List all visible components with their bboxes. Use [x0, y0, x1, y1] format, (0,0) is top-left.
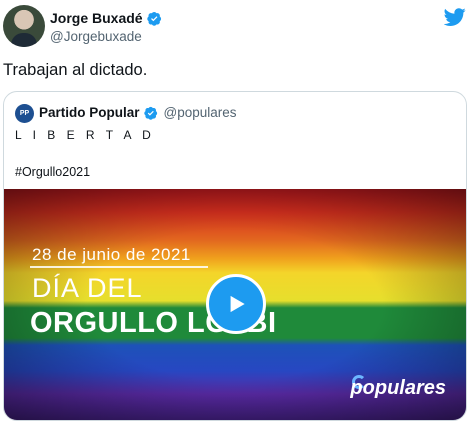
quoted-text-line1: L I B E R T A D: [15, 128, 155, 142]
quoted-hashtag[interactable]: #Orgullo2021: [15, 165, 90, 179]
media-date: 28 de junio de 2021: [32, 245, 191, 264]
verified-badge-icon: [143, 106, 157, 120]
date-underline: [30, 266, 208, 268]
video-media[interactable]: 28 de junio de 2021 DÍA DEL ORGULLO LGTB…: [4, 189, 466, 420]
quoted-tweet[interactable]: PP Partido Popular @populares L I B E R …: [3, 91, 467, 421]
twitter-bird-icon[interactable]: [444, 6, 466, 28]
quoted-name[interactable]: Partido Popular: [39, 105, 140, 120]
quoted-handle[interactable]: @populares: [164, 105, 237, 120]
media-title-line1: DÍA DEL: [32, 273, 143, 303]
play-button[interactable]: [206, 274, 266, 334]
author-name-row[interactable]: Jorge Buxadé: [50, 10, 162, 26]
quoted-name-row: Partido Popular @populares: [39, 105, 237, 120]
avatar-shirt: [11, 33, 37, 47]
verified-badge-icon: [146, 11, 161, 26]
tweet-text: Trabajan al dictado.: [3, 61, 148, 79]
author-handle[interactable]: @Jorgebuxade: [50, 29, 142, 44]
media-brand: populares: [350, 377, 446, 399]
play-icon: [230, 295, 245, 313]
author-name[interactable]: Jorge Buxadé: [50, 10, 143, 26]
author-avatar[interactable]: [3, 5, 45, 47]
quoted-avatar[interactable]: PP: [15, 104, 34, 123]
